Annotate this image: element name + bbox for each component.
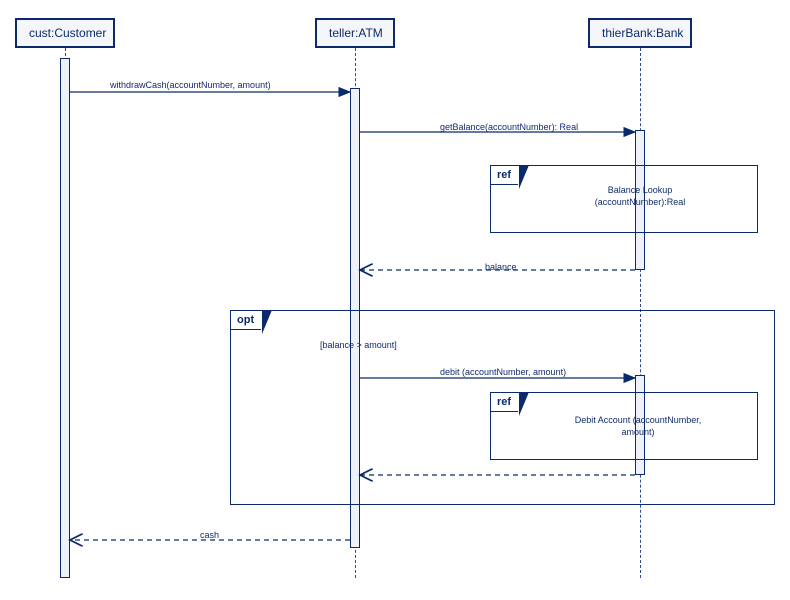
msg-withdraw: withdrawCash(accountNumber, amount): [110, 80, 271, 90]
arrows-layer: [0, 0, 790, 600]
msg-getbalance: getBalance(accountNumber): Real: [440, 122, 578, 132]
fragment-ref-1-label: ref: [490, 165, 519, 185]
ref-label-text: ref: [497, 169, 511, 181]
fragment-opt-label: opt: [230, 310, 262, 330]
fragment-ref-2-label: ref: [490, 392, 519, 412]
ref1-text: Balance Lookup(accountNumber):Real: [560, 185, 720, 208]
lifeline-head-bank: thierBank:Bank: [588, 18, 692, 48]
msg-cash: cash: [200, 530, 219, 540]
lifeline-head-cust: cust:Customer: [15, 18, 115, 48]
lifeline-head-teller: teller:ATM: [315, 18, 395, 48]
msg-balance: balance: [485, 262, 517, 272]
sequence-diagram: cust:Customer teller:ATM thierBank:Bank …: [0, 0, 790, 600]
activation-cust: [60, 58, 70, 578]
msg-debit: debit (accountNumber, amount): [440, 367, 566, 377]
ref2-label-text: ref: [497, 396, 511, 408]
opt-guard: [balance > amount]: [320, 340, 397, 350]
ref2-text: Debit Account (accountNumber,amount): [548, 415, 728, 438]
opt-label-text: opt: [237, 314, 254, 326]
